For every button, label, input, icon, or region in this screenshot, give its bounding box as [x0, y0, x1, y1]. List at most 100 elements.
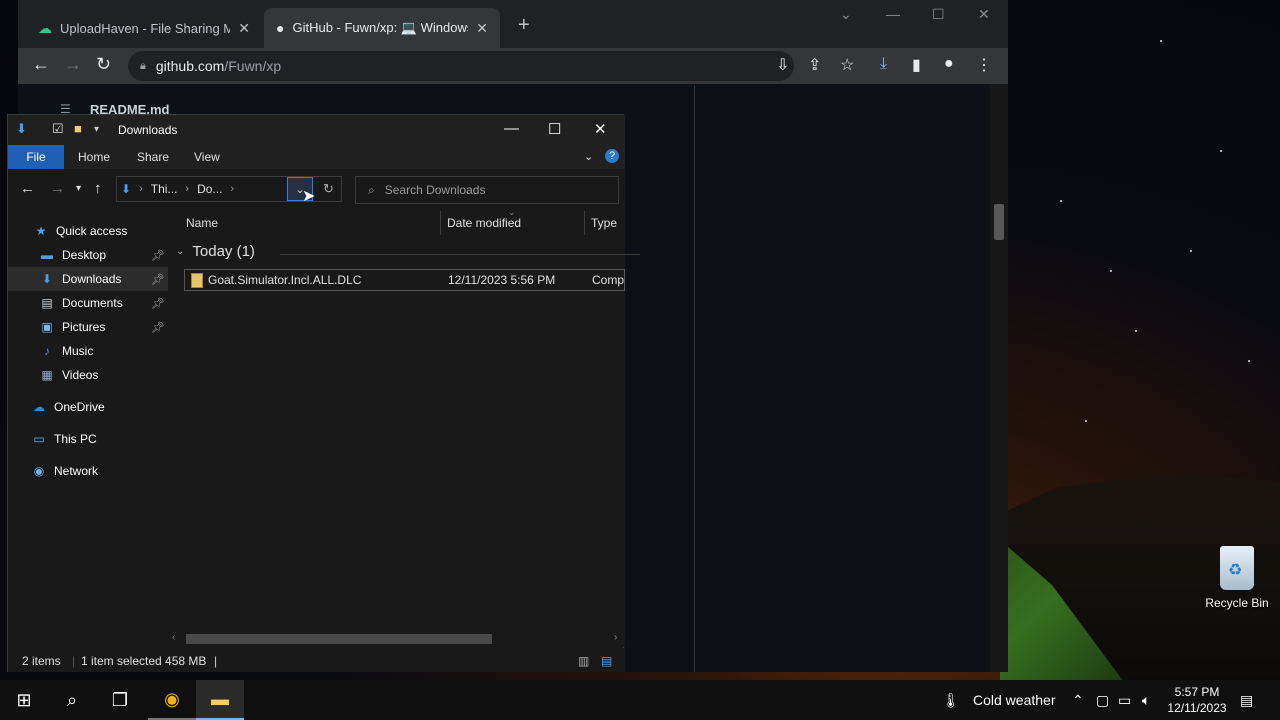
address-bar[interactable]: 🔒︎ github.com/Fuwn/xp [128, 51, 794, 81]
close-tab-icon[interactable]: ✕ [476, 20, 488, 37]
tab-share[interactable]: Share [137, 150, 169, 164]
volume-muted-icon[interactable]: 🔈︎ [1142, 692, 1150, 709]
maximize-icon[interactable]: ☐ [548, 120, 561, 138]
refresh-icon[interactable]: ↻ [323, 181, 334, 197]
close-tab-icon[interactable]: ✕ [238, 20, 250, 37]
cloud-icon: ☁ [38, 19, 52, 36]
expand-ribbon-icon[interactable]: ⌄ [584, 150, 593, 163]
tab-github[interactable]: ● GitHub - Fuwn/xp: 💻 Windows ✕ [264, 8, 500, 48]
nav-videos[interactable]: ▦ Videos [8, 363, 168, 387]
browser-toolbar: ← → ↻ 🔒︎ github.com/Fuwn/xp ⇩ ⇪ ☆ ⤓ ▮ ● … [18, 48, 1008, 84]
nav-pictures[interactable]: ▣ Pictures 📌︎ [8, 315, 168, 339]
scrollbar-thumb[interactable] [994, 204, 1004, 240]
details-view-icon[interactable]: ▥ [578, 654, 589, 668]
network-icon[interactable]: ▭ [1118, 692, 1131, 709]
github-icon: ● [276, 20, 285, 36]
help-icon[interactable]: ? [605, 149, 619, 163]
weather-icon[interactable]: 🌡︎ [942, 692, 960, 709]
clock-time: 5:57 PM [1174, 685, 1220, 699]
profile-icon[interactable]: ● [944, 55, 954, 73]
nav-onedrive[interactable]: ☁ OneDrive [8, 395, 168, 419]
pin-icon: 📌︎ [151, 249, 165, 262]
downloads-arrow-icon: ⬇ [16, 121, 27, 136]
install-icon[interactable]: ⇩ [776, 55, 789, 75]
clock[interactable]: 5:57 PM 12/11/2023 [1162, 684, 1232, 716]
tab-title: GitHub - Fuwn/xp: 💻 Windows [292, 20, 469, 35]
share-icon[interactable]: ⇪ [808, 55, 821, 75]
page-scrollbar[interactable] [990, 84, 1008, 672]
forward-icon[interactable]: → [64, 54, 82, 75]
back-icon[interactable]: ← [32, 54, 50, 75]
downloads-icon[interactable]: ⤓ [880, 55, 887, 73]
nav-documents[interactable]: ▤ Documents 📌︎ [8, 291, 168, 315]
new-folder-icon[interactable]: ■ [74, 121, 82, 136]
tab-uploadhaven[interactable]: ☁ UploadHaven - File Sharing Made ✕ [26, 8, 262, 48]
new-tab-button[interactable]: + [518, 14, 530, 37]
bookmark-star-icon[interactable]: ☆ [840, 55, 854, 75]
large-icons-view-icon[interactable]: ▤ [601, 654, 612, 668]
chevron-up-icon[interactable]: ⌃ [1072, 692, 1084, 709]
up-icon[interactable]: ↑ [94, 180, 102, 197]
file-date: 12/11/2023 5:56 PM [448, 273, 556, 287]
maximize-icon[interactable]: ☐ [932, 6, 945, 23]
start-button[interactable]: ⊞ [0, 680, 48, 720]
horizontal-scrollbar[interactable]: ‹ › [168, 631, 625, 647]
customize-quick-access-icon[interactable]: ▾ [94, 124, 99, 135]
close-window-icon[interactable]: ✕ [978, 6, 990, 23]
navigation-pane: ★ Quick access ▬ Desktop 📌︎ ⬇ Downloads … [8, 207, 168, 647]
search-box[interactable]: ⌕ Search Downloads [355, 176, 619, 204]
star [1060, 200, 1062, 202]
scroll-left-icon[interactable]: ‹ [172, 632, 175, 643]
nav-quick-access[interactable]: ★ Quick access [8, 219, 168, 243]
weather-text[interactable]: Cold weather [973, 692, 1056, 708]
file-explorer-window: ⬇ ☑ ■ ▾ Downloads — ☐ ✕ File Home Share … [7, 114, 640, 672]
back-icon[interactable]: ← [20, 180, 35, 197]
item-count: 2 items [22, 654, 61, 668]
minimize-icon[interactable]: — [504, 120, 519, 137]
nav-downloads[interactable]: ⬇ Downloads 📌︎ [8, 267, 168, 291]
tab-file[interactable]: File [8, 145, 64, 169]
url-path: /Fuwn/xp [224, 58, 282, 74]
breadcrumb-this-pc[interactable]: Thi... [151, 182, 178, 196]
app-tray-icon[interactable]: ▢ [1096, 692, 1109, 709]
task-view-button[interactable]: ❐ [96, 680, 144, 720]
nav-this-pc[interactable]: ▭ This PC [8, 427, 168, 451]
column-date-modified[interactable]: Date modified [447, 207, 521, 239]
minimize-icon[interactable]: — [886, 6, 900, 22]
search-placeholder: Search Downloads [384, 183, 486, 197]
forward-icon[interactable]: → [50, 180, 65, 197]
nav-desktop[interactable]: ▬ Desktop 📌︎ [8, 243, 168, 267]
tab-search-icon[interactable]: ⌄ [840, 6, 852, 23]
column-name[interactable]: Name [186, 207, 218, 239]
group-header[interactable]: ⌄ Today (1) [176, 243, 640, 260]
chrome-taskbar-button[interactable]: ◉ [148, 680, 196, 720]
side-panel-icon[interactable]: ▮ [912, 55, 921, 75]
column-type[interactable]: Type [591, 207, 617, 239]
videos-icon: ▦ [41, 368, 53, 382]
tab-strip: ☁ UploadHaven - File Sharing Made ✕ ● Gi… [18, 0, 1008, 48]
notifications-icon[interactable]: ▤ [1240, 692, 1253, 709]
scrollbar-thumb[interactable] [186, 634, 492, 644]
reload-icon[interactable]: ↻ [96, 54, 111, 75]
file-name: Goat.Simulator.Incl.ALL.DLC [208, 273, 362, 287]
menu-icon[interactable]: ⋮ [976, 55, 992, 75]
nav-music[interactable]: ♪ Music [8, 339, 168, 363]
lock-icon: 🔒︎ [140, 59, 146, 72]
close-icon[interactable]: ✕ [594, 120, 607, 138]
star [1160, 40, 1162, 42]
file-row[interactable]: Goat.Simulator.Incl.ALL.DLC 12/11/2023 5… [184, 269, 625, 291]
tab-view[interactable]: View [194, 150, 220, 164]
pin-icon: 📌︎ [151, 321, 165, 334]
properties-icon[interactable]: ☑ [52, 121, 64, 137]
breadcrumb-downloads[interactable]: Do... [197, 182, 222, 196]
scroll-right-icon[interactable]: › [614, 632, 617, 643]
collapse-chevron-icon: ⌄ [176, 246, 185, 257]
recycle-bin[interactable]: ♻ Recycle Bin [1200, 546, 1274, 610]
pin-icon: 📌︎ [151, 273, 165, 286]
search-icon: ⌕ [66, 689, 78, 710]
search-button[interactable]: ⌕ [48, 680, 96, 720]
file-explorer-taskbar-button[interactable]: ▬ [196, 680, 244, 720]
nav-network[interactable]: ◉ Network [8, 459, 168, 483]
recent-locations-icon[interactable]: ▾ [76, 183, 81, 194]
tab-home[interactable]: Home [78, 150, 110, 164]
